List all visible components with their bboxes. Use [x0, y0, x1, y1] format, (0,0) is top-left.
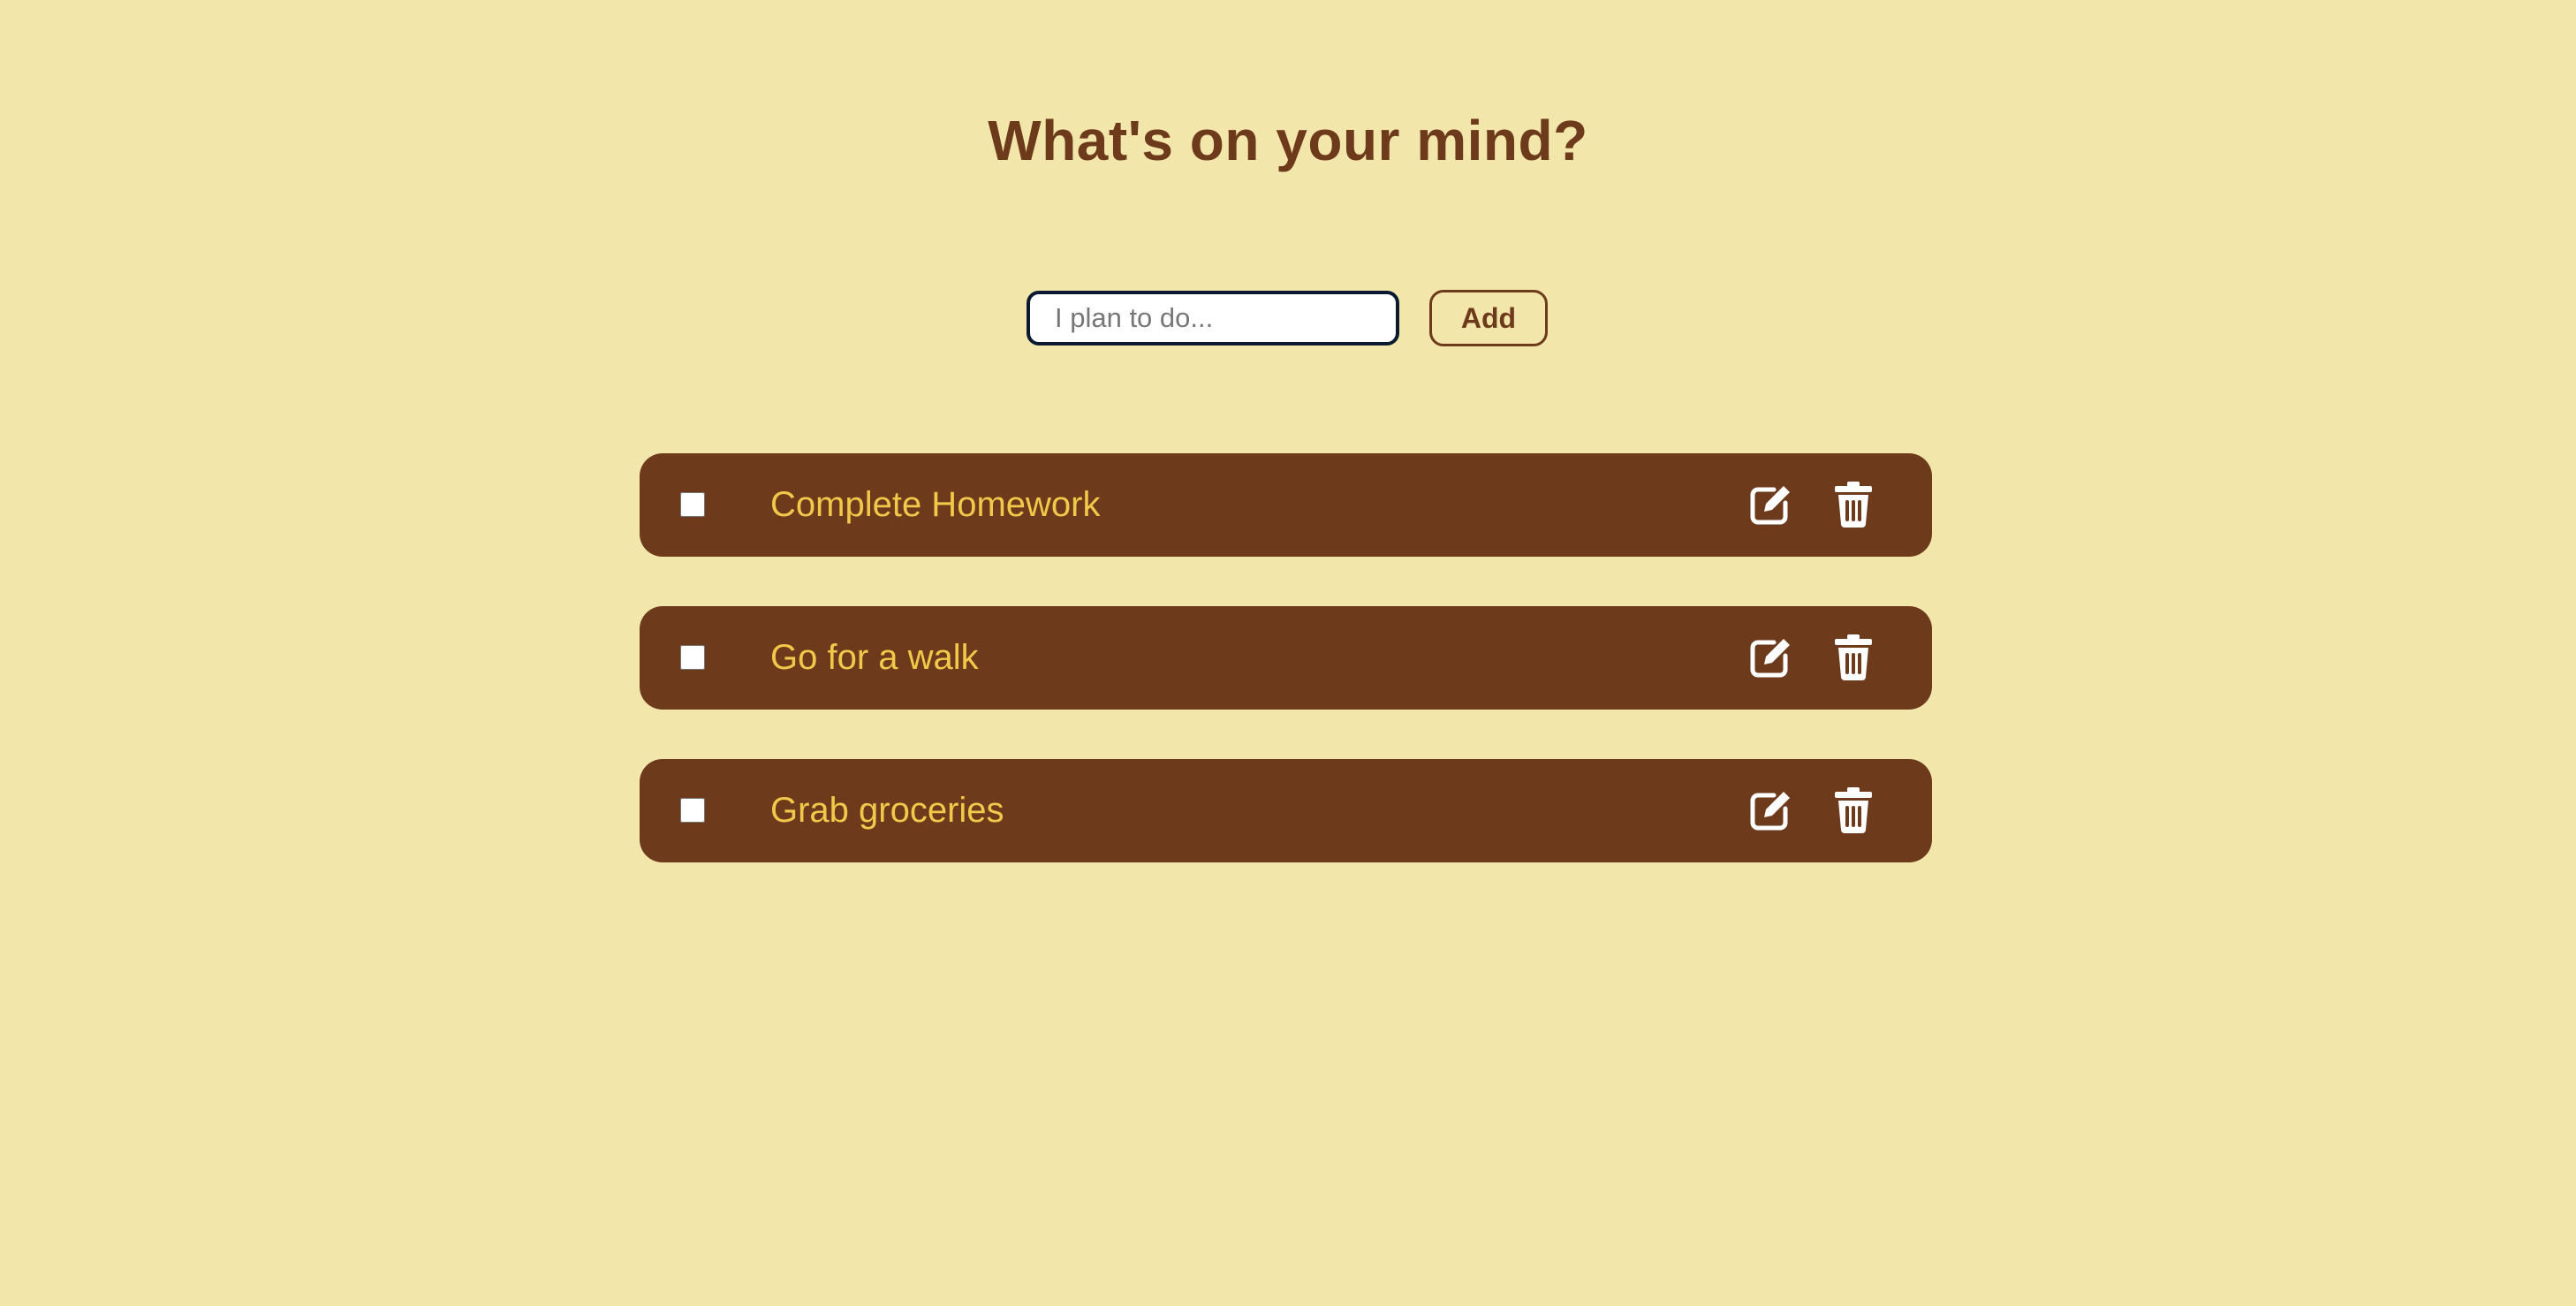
- todo-checkbox[interactable]: [680, 645, 705, 670]
- todo-input[interactable]: [1027, 291, 1399, 345]
- todo-text: Complete Homework: [770, 485, 1101, 524]
- todo-text: Grab groceries: [770, 791, 1004, 830]
- edit-icon[interactable]: [1745, 479, 1796, 530]
- todo-list: Complete Homework Go for a walk Grab gro…: [640, 453, 1932, 912]
- todo-app: What's on your mind? Add Complete Homewo…: [0, 0, 2576, 1306]
- trash-icon[interactable]: [1828, 785, 1879, 836]
- add-todo-form: Add: [1027, 290, 1548, 346]
- edit-icon[interactable]: [1745, 785, 1796, 836]
- todo-text: Go for a walk: [770, 638, 979, 677]
- add-button[interactable]: Add: [1429, 290, 1548, 346]
- trash-icon[interactable]: [1828, 479, 1879, 530]
- todo-checkbox[interactable]: [680, 492, 705, 517]
- todo-item: Complete Homework: [640, 453, 1932, 557]
- todo-item: Grab groceries: [640, 759, 1932, 862]
- edit-icon[interactable]: [1745, 632, 1796, 683]
- todo-checkbox[interactable]: [680, 798, 705, 823]
- trash-icon[interactable]: [1828, 632, 1879, 683]
- page-title: What's on your mind?: [988, 109, 1588, 172]
- todo-item: Go for a walk: [640, 606, 1932, 710]
